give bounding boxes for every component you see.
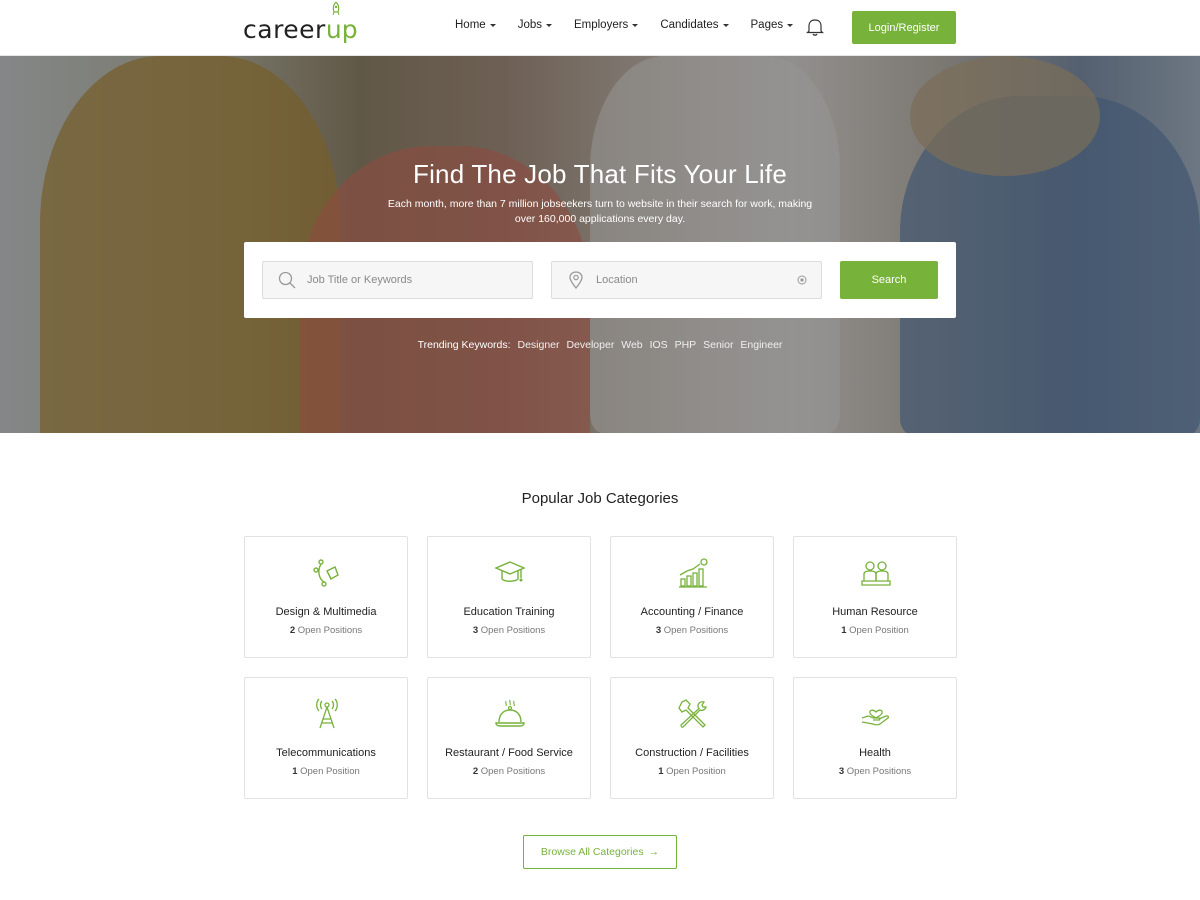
- trending-keyword[interactable]: Senior: [703, 339, 733, 351]
- category-name: Human Resource: [832, 606, 918, 618]
- antenna-tower-icon: [316, 698, 338, 729]
- browse-label: Browse All Categories: [540, 846, 644, 858]
- nav-label: Home: [455, 19, 486, 31]
- count-suffix: Open Positions: [480, 766, 546, 777]
- count-suffix: Open Position: [300, 766, 360, 777]
- nav-item-candidates[interactable]: Candidates: [660, 19, 729, 31]
- location-field[interactable]: [551, 261, 822, 299]
- people-icon: [861, 561, 891, 586]
- trending-keyword[interactable]: Web: [621, 339, 642, 351]
- category-card-education[interactable]: Education Training 3 Open Positions: [427, 536, 591, 658]
- bell-icon[interactable]: [805, 17, 825, 37]
- logo-text-up: up: [325, 2, 358, 46]
- trending-keyword[interactable]: IOS: [650, 339, 668, 351]
- count-suffix: Open Position: [666, 766, 726, 777]
- nav-item-home[interactable]: Home: [455, 19, 496, 31]
- category-count: 1 Open Position: [611, 766, 773, 777]
- nav-item-employers[interactable]: Employers: [573, 19, 639, 31]
- count-number: 3: [838, 766, 845, 777]
- site-header: career up Home Jobs Employers Candidates…: [0, 0, 1200, 56]
- category-name: Design & Multimedia: [275, 606, 377, 618]
- caret-down-icon: [632, 23, 639, 27]
- categories-title: Popular Job Categories: [521, 490, 679, 507]
- location-input[interactable]: [596, 274, 796, 286]
- category-count: 1 Open Position: [245, 766, 407, 777]
- category-name: Accounting / Finance: [640, 606, 744, 618]
- logo-up-label: up: [325, 15, 358, 44]
- category-card-design[interactable]: Design & Multimedia 2 Open Positions: [244, 536, 408, 658]
- caret-down-icon: [722, 23, 729, 27]
- nav-item-jobs[interactable]: Jobs: [518, 19, 552, 31]
- count-suffix: Open Positions: [846, 766, 912, 777]
- category-name: Restaurant / Food Service: [445, 747, 573, 759]
- login-register-button[interactable]: Login/Register: [852, 11, 956, 44]
- category-count: 3 Open Positions: [794, 766, 956, 777]
- finance-chart-icon: [679, 558, 708, 588]
- category-name: Telecommunications: [276, 747, 376, 759]
- category-count: 2 Open Positions: [245, 625, 407, 636]
- count-number: 1: [658, 766, 664, 777]
- rocket-icon: [332, 2, 340, 16]
- category-card-health[interactable]: Health 3 Open Positions: [793, 677, 957, 799]
- nav-item-pages[interactable]: Pages: [751, 19, 794, 31]
- nav-label: Pages: [750, 19, 784, 31]
- arrow-right-icon: →: [648, 846, 660, 858]
- keyword-field[interactable]: [262, 261, 533, 299]
- logo-text-career: career: [243, 15, 326, 44]
- food-cloche-icon: [495, 699, 525, 727]
- category-card-restaurant[interactable]: Restaurant / Food Service 2 Open Positio…: [427, 677, 591, 799]
- caret-down-icon: [489, 23, 496, 27]
- category-card-human-resource[interactable]: Human Resource 1 Open Position: [793, 536, 957, 658]
- count-number: 2: [289, 625, 296, 636]
- category-count: 2 Open Positions: [428, 766, 590, 777]
- category-card-accounting[interactable]: Accounting / Finance 3 Open Positions: [610, 536, 774, 658]
- health-hand-icon: [861, 709, 890, 726]
- caret-down-icon: [787, 23, 794, 27]
- count-suffix: Open Positions: [297, 625, 363, 636]
- trending-keywords: Trending Keywords: Designer Developer We…: [0, 339, 1200, 351]
- search-button[interactable]: Search: [840, 261, 938, 299]
- category-name: Health: [859, 747, 891, 759]
- category-count: 3 Open Positions: [428, 625, 590, 636]
- nav-label: Jobs: [517, 19, 542, 31]
- category-count: 3 Open Positions: [611, 625, 773, 636]
- keyword-input[interactable]: [307, 274, 507, 286]
- search-icon: [278, 271, 296, 289]
- nav-label: Employers: [573, 19, 629, 31]
- graduation-cap-icon: [494, 561, 526, 582]
- count-suffix: Open Position: [849, 625, 909, 636]
- count-suffix: Open Positions: [663, 625, 729, 636]
- hero-subtitle: Each month, more than 7 million jobseeke…: [387, 198, 813, 225]
- logo[interactable]: career up: [243, 2, 358, 46]
- category-card-telecommunications[interactable]: Telecommunications 1 Open Position: [244, 677, 408, 799]
- count-number: 1: [292, 766, 298, 777]
- category-name: Construction / Facilities: [635, 747, 749, 759]
- trending-keyword[interactable]: Engineer: [740, 339, 782, 351]
- caret-down-icon: [545, 23, 552, 27]
- locate-me-icon[interactable]: [797, 275, 807, 285]
- category-name: Education Training: [463, 606, 555, 618]
- category-count: 1 Open Position: [794, 625, 956, 636]
- nav-label: Candidates: [660, 19, 719, 31]
- trending-label: Trending Keywords:: [417, 339, 511, 351]
- count-number: 1: [841, 625, 847, 636]
- count-number: 3: [655, 625, 662, 636]
- trending-keyword[interactable]: PHP: [675, 339, 697, 351]
- count-suffix: Open Positions: [480, 625, 546, 636]
- category-card-construction[interactable]: Construction / Facilities 1 Open Positio…: [610, 677, 774, 799]
- job-search-form: Search: [244, 242, 956, 318]
- pen-tool-icon: [313, 559, 339, 587]
- trending-keyword[interactable]: Designer: [518, 339, 560, 351]
- tools-icon: [678, 699, 707, 728]
- count-number: 3: [472, 625, 479, 636]
- browse-all-categories-button[interactable]: Browse All Categories →: [523, 835, 677, 869]
- count-number: 2: [472, 766, 479, 777]
- trending-keyword[interactable]: Developer: [566, 339, 614, 351]
- map-pin-icon: [569, 271, 583, 290]
- main-nav: Home Jobs Employers Candidates Pages: [455, 19, 815, 31]
- hero-banner: Find The Job That Fits Your Life Each mo…: [0, 56, 1200, 433]
- hero-title: Find The Job That Fits Your Life: [413, 159, 787, 189]
